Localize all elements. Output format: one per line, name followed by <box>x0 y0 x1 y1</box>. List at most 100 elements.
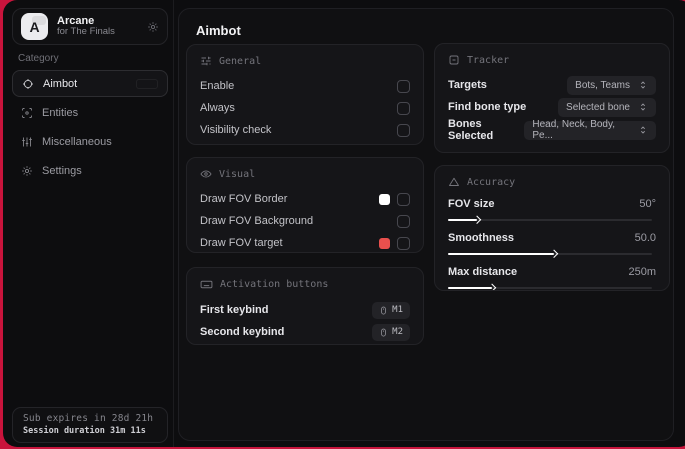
find-bone-type-select[interactable]: Selected bone <box>558 97 656 117</box>
visibility-check-label: Visibility check <box>200 124 272 136</box>
fov-size-slider[interactable] <box>448 214 656 226</box>
sidebar-item-miscellaneous[interactable]: Miscellaneous <box>12 128 168 155</box>
sliders-horizontal-icon <box>200 55 212 67</box>
draw-fov-target-label: Draw FOV target <box>200 237 283 249</box>
accuracy-card-header: Accuracy <box>448 176 656 188</box>
sidebar-item-settings[interactable]: Settings <box>12 157 168 184</box>
enable-checkbox[interactable] <box>397 79 410 93</box>
crosshair-icon <box>22 78 34 90</box>
visibility-check-row: Visibility check <box>200 119 410 141</box>
sliders-vertical-icon <box>21 136 33 148</box>
gear-icon[interactable] <box>147 21 159 33</box>
draw-fov-border-label: Draw FOV Border <box>200 193 288 205</box>
always-checkbox[interactable] <box>397 101 410 115</box>
bones-selected-select[interactable]: Head, Neck, Body, Pe... <box>524 119 656 141</box>
sidebar-item-entities[interactable]: Entities <box>12 99 168 126</box>
square-minus-icon <box>448 54 460 66</box>
smoothness-row: Smoothness 50.0 <box>448 230 656 260</box>
slider-fill <box>448 249 559 259</box>
visual-card: Visual Draw FOV Border Draw FOV Backgrou… <box>186 157 424 253</box>
sidebar-item-label: Entities <box>42 106 79 119</box>
smoothness-slider[interactable] <box>448 248 656 260</box>
sidebar-item-label: Aimbot <box>43 77 78 90</box>
sidebar-item-aimbot[interactable]: Aimbot <box>12 70 168 97</box>
visual-card-title: Visual <box>219 168 256 180</box>
general-card: General Enable Always Visibility check <box>186 44 424 145</box>
session-duration-text: Session duration 31m 11s <box>23 426 146 436</box>
accuracy-card-title: Accuracy <box>467 176 516 188</box>
triangle-icon <box>448 176 460 188</box>
slider-fill <box>448 283 496 290</box>
accuracy-card: Accuracy FOV size 50° Smoothness 50.0 Ma… <box>434 165 670 291</box>
first-keybind-label: First keybind <box>200 304 269 316</box>
sidebar: A Arcane for The Finals Category Aimbot <box>3 0 174 447</box>
targets-value: Bots, Teams <box>575 79 630 91</box>
chevrons-up-down-icon <box>638 125 648 135</box>
draw-fov-border-checkbox[interactable] <box>397 192 410 206</box>
visibility-check-checkbox[interactable] <box>397 123 410 137</box>
slider-handle[interactable] <box>549 249 559 259</box>
chevrons-up-down-icon <box>638 80 648 90</box>
fov-size-row: FOV size 50° <box>448 196 656 226</box>
enable-label: Enable <box>200 80 235 92</box>
sidebar-item-label: Miscellaneous <box>42 135 112 148</box>
bones-selected-label: Bones Selected <box>448 118 494 142</box>
draw-fov-border-row: Draw FOV Border <box>200 188 410 210</box>
find-bone-type-row: Find bone type Selected bone <box>448 96 656 118</box>
fov-size-label: FOV size <box>448 198 495 210</box>
app-root: A Arcane for The Finals Category Aimbot <box>0 0 685 449</box>
draw-fov-background-row: Draw FOV Background <box>200 210 410 232</box>
activation-card-header: Activation buttons <box>200 278 410 291</box>
slider-handle[interactable] <box>487 283 496 290</box>
sidebar-item-label: Settings <box>42 164 82 177</box>
general-card-title: General <box>219 55 262 67</box>
sub-expiry-text: Sub expires in 28d 21h <box>23 413 154 424</box>
fov-target-color-swatch[interactable] <box>379 237 390 249</box>
smoothness-label: Smoothness <box>448 232 515 244</box>
max-distance-slider[interactable] <box>448 282 656 290</box>
logo-text: Arcane for The Finals <box>57 15 147 39</box>
general-card-header: General <box>200 55 410 67</box>
find-bone-type-label: Find bone type <box>448 101 527 113</box>
mouse-icon <box>379 306 388 315</box>
draw-fov-target-checkbox[interactable] <box>397 236 410 250</box>
second-keybind-value: M2 <box>392 327 403 337</box>
draw-fov-target-row: Draw FOV target <box>200 232 410 252</box>
app-subtitle: for The Finals <box>57 26 115 38</box>
max-distance-label: Max distance <box>448 266 518 278</box>
logo-card: A Arcane for The Finals <box>12 8 168 45</box>
second-keybind-button[interactable]: M2 <box>372 323 410 341</box>
page-title: Aimbot <box>196 22 241 38</box>
activation-card-title: Activation buttons <box>220 279 329 290</box>
visual-card-header: Visual <box>200 168 410 180</box>
targets-label: Targets <box>448 79 487 91</box>
max-distance-row: Max distance 250m <box>448 264 656 290</box>
slider-fill <box>448 215 482 225</box>
logo-letter: A <box>29 18 40 35</box>
first-keybind-value: M1 <box>392 305 403 315</box>
targets-select[interactable]: Bots, Teams <box>567 75 656 95</box>
chevrons-up-down-icon <box>638 102 648 112</box>
tracker-card: Tracker Targets Bots, Teams Find bone ty… <box>434 43 670 153</box>
always-label: Always <box>200 102 235 114</box>
targets-row: Targets Bots, Teams <box>448 74 656 96</box>
category-label: Category <box>18 53 59 64</box>
always-row: Always <box>200 97 410 119</box>
eye-icon <box>200 168 212 180</box>
aimbot-hotkey-ghost <box>136 78 158 89</box>
draw-fov-background-checkbox[interactable] <box>397 214 410 228</box>
mouse-icon <box>379 328 388 337</box>
smoothness-value: 50.0 <box>634 232 656 244</box>
tracker-card-title: Tracker <box>467 54 510 66</box>
max-distance-value: 250m <box>628 266 656 278</box>
enable-row: Enable <box>200 75 410 97</box>
second-keybind-row: Second keybind M2 <box>200 321 410 343</box>
fov-border-color-swatch[interactable] <box>379 193 390 205</box>
first-keybind-row: First keybind M1 <box>200 299 410 321</box>
bones-selected-row: Bones Selected Head, Neck, Body, Pe... <box>448 118 656 142</box>
first-keybind-button[interactable]: M1 <box>372 301 410 319</box>
activation-card: Activation buttons First keybind M1 Seco… <box>186 267 424 345</box>
fov-size-value: 50° <box>639 198 656 210</box>
find-bone-type-value: Selected bone <box>566 101 630 113</box>
slider-handle[interactable] <box>472 215 482 225</box>
